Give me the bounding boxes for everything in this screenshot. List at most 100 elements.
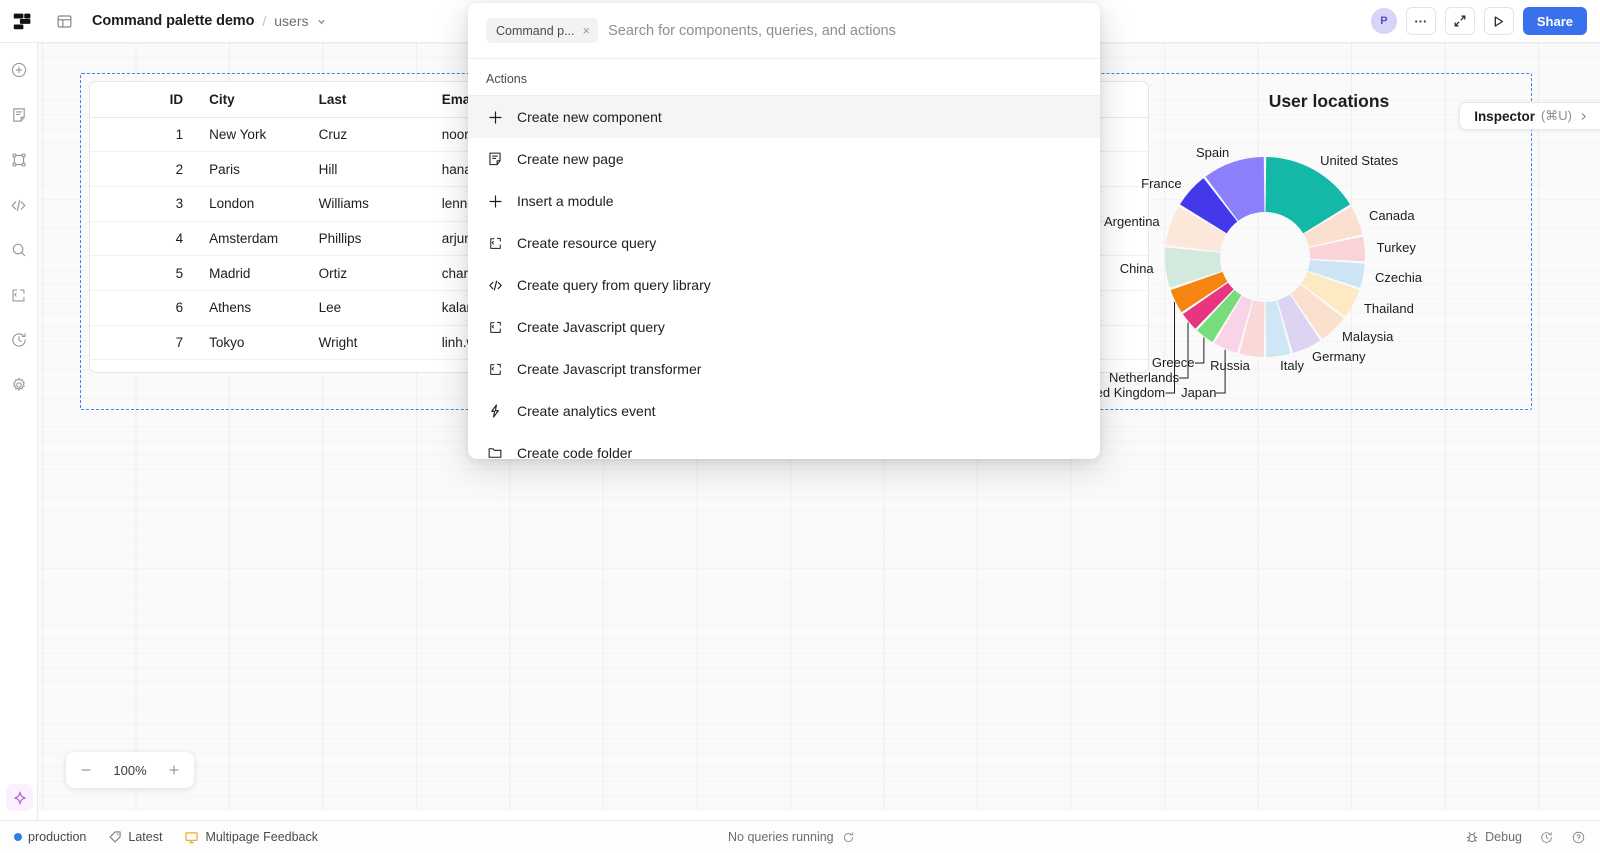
- top-bar-actions: P Share: [1370, 7, 1600, 35]
- scope-chip[interactable]: Command p... ×: [486, 18, 599, 43]
- cell-city: Madrid: [197, 255, 307, 291]
- donut-label: Argentina: [1104, 213, 1160, 229]
- command-palette-item-label: Create Javascript query: [517, 319, 665, 335]
- command-palette-item[interactable]: Create query from query library: [468, 264, 1100, 306]
- breadcrumb-page-name[interactable]: users: [274, 13, 308, 29]
- plus-icon: [169, 765, 179, 775]
- history-clock-icon: [1541, 831, 1552, 843]
- fullscreen-button[interactable]: [1444, 7, 1475, 35]
- debug-button[interactable]: Debug: [1465, 830, 1522, 844]
- query-icon: [486, 360, 504, 378]
- left-pane-toggle-button[interactable]: [44, 0, 84, 43]
- command-palette-item[interactable]: Create new component: [468, 96, 1100, 138]
- command-palette-item[interactable]: Insert a module: [468, 180, 1100, 222]
- cell-id: 5: [90, 255, 198, 291]
- zoom-in-button[interactable]: [167, 763, 181, 777]
- environment-label: production: [28, 830, 87, 844]
- cell-city: Tokyo: [197, 325, 307, 361]
- command-palette-item-label: Create new component: [517, 109, 662, 125]
- status-bar: production Latest Multipage Feedback No …: [0, 820, 1600, 853]
- command-palette-item[interactable]: Create analytics event: [468, 390, 1100, 432]
- page-icon: [12, 108, 25, 122]
- inspector-toggle-button[interactable]: Inspector (⌘U): [1459, 102, 1600, 130]
- avatar[interactable]: P: [1370, 8, 1397, 34]
- cell-last: Cruz: [306, 117, 430, 153]
- donut-label: Thailand: [1363, 300, 1414, 316]
- command-palette-item[interactable]: Create code folder: [468, 432, 1100, 459]
- cell-last: Williams: [306, 186, 430, 222]
- column-header-city[interactable]: City: [197, 82, 307, 118]
- search-icon: [12, 243, 25, 257]
- command-palette-item-label: Create query from query library: [517, 277, 711, 293]
- expand-arrows-icon: [1454, 15, 1466, 27]
- command-palette-item-label: Create new page: [517, 151, 624, 167]
- command-palette-item-label: Create Javascript transformer: [517, 361, 702, 377]
- cell-city: Athens: [197, 290, 307, 326]
- actions-section-header: Actions: [468, 59, 1100, 96]
- query-icon: [12, 289, 25, 301]
- inspector-shortcut: (⌘U): [1540, 108, 1572, 123]
- inspector-label: Inspector: [1474, 108, 1535, 124]
- chevron-right-icon: [1578, 111, 1589, 122]
- query-status: No queries running: [728, 830, 855, 844]
- cell-city: M: [197, 359, 307, 372]
- search-input[interactable]: [608, 22, 1082, 39]
- sidebar-item-pages[interactable]: [6, 102, 32, 128]
- sidebar-item-settings[interactable]: [6, 372, 32, 398]
- command-palette-item-label: Create code folder: [517, 445, 633, 459]
- scope-chip-label: Command p...: [496, 23, 575, 38]
- cell-id: 6: [90, 290, 198, 326]
- cell-id: 4: [90, 221, 198, 257]
- environment-dot-icon: [14, 833, 22, 841]
- feedback-link[interactable]: Multipage Feedback: [184, 830, 318, 845]
- cell-id: 8: [90, 359, 198, 372]
- gear-icon: [12, 377, 25, 392]
- retool-logo-icon: [13, 13, 30, 29]
- query-icon: [486, 318, 504, 336]
- ai-assistant-button[interactable]: [6, 784, 33, 811]
- cell-id: 1: [90, 117, 198, 153]
- plus-icon: [486, 108, 504, 126]
- environment-selector[interactable]: production: [14, 830, 86, 844]
- zoom-level-value: 100%: [113, 762, 147, 778]
- app-logo[interactable]: [0, 0, 44, 43]
- zoom-control: 100%: [66, 752, 194, 788]
- user-locations-chart-widget[interactable]: User locations United States Canada Turkey…: [1073, 81, 1554, 411]
- sidebar-item-history[interactable]: [6, 327, 32, 353]
- command-palette-item[interactable]: Create Javascript query: [468, 306, 1100, 348]
- sidebar-item-code[interactable]: [6, 192, 32, 218]
- preview-button[interactable]: [1483, 7, 1514, 35]
- plus-icon: [486, 192, 504, 210]
- page-icon: [486, 150, 504, 168]
- refresh-icon[interactable]: [842, 831, 855, 844]
- donut-label: Japan: [1181, 385, 1217, 400]
- release-selector[interactable]: Latest: [108, 830, 162, 844]
- bolt-icon: [486, 402, 504, 420]
- donut-chart[interactable]: United States Canada Turkey Czechia Thailand…: [1073, 112, 1554, 400]
- chevron-down-icon[interactable]: [316, 16, 327, 27]
- command-palette[interactable]: Command p... × Actions Create new compon…: [468, 3, 1100, 459]
- history-button[interactable]: [1539, 830, 1554, 845]
- share-button[interactable]: Share: [1522, 7, 1587, 35]
- folder-icon: [486, 444, 504, 459]
- bug-icon: [1466, 832, 1478, 843]
- question-circle-icon: [1572, 831, 1585, 843]
- close-icon[interactable]: ×: [583, 24, 591, 37]
- donut-label: Greece: [1151, 355, 1195, 370]
- donut-label: Czechia: [1374, 269, 1422, 285]
- zoom-out-button[interactable]: [79, 763, 93, 777]
- command-palette-item[interactable]: Create new page: [468, 138, 1100, 180]
- sidebar-item-queries[interactable]: [6, 282, 32, 308]
- sidebar-item-components-tree[interactable]: [6, 147, 32, 173]
- sidebar-item-search[interactable]: [6, 237, 32, 263]
- more-options-button[interactable]: [1405, 7, 1436, 35]
- command-palette-item[interactable]: Create Javascript transformer: [468, 348, 1100, 390]
- column-header-last[interactable]: Last: [306, 82, 430, 118]
- donut-label: Spain: [1195, 144, 1230, 160]
- query-status-label: No queries running: [728, 830, 834, 844]
- command-palette-item[interactable]: Create resource query: [468, 222, 1100, 264]
- help-button[interactable]: [1571, 830, 1586, 845]
- layout-panel-icon: [57, 14, 71, 28]
- column-header-id[interactable]: ID: [90, 82, 198, 118]
- sidebar-item-add-component[interactable]: [6, 57, 32, 83]
